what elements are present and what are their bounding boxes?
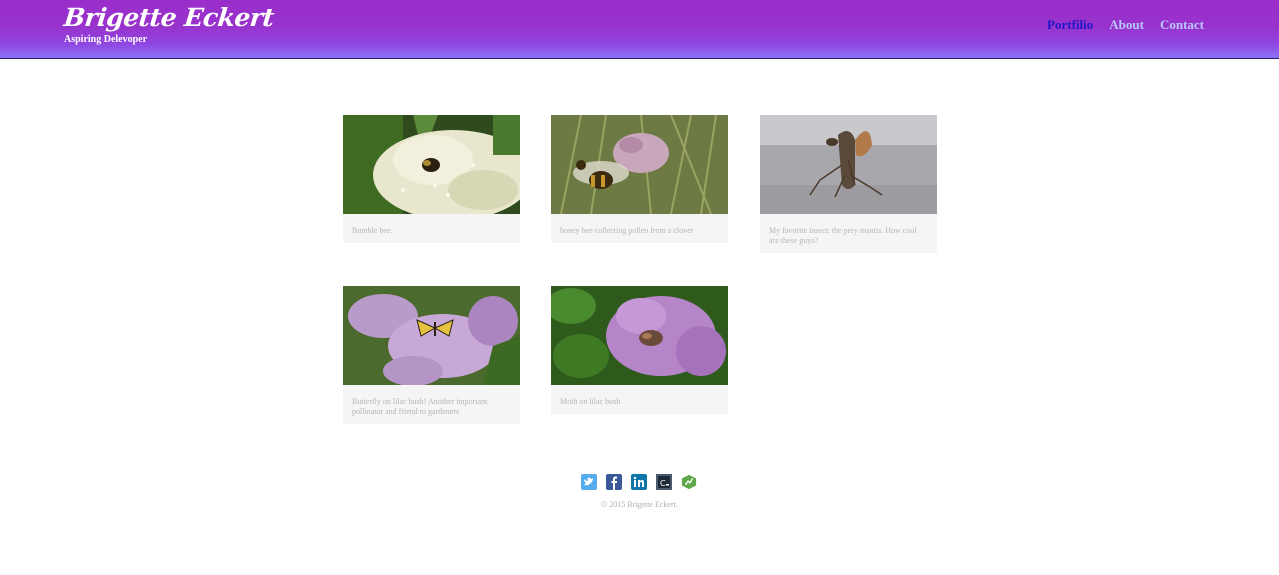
facebook-icon[interactable] bbox=[606, 474, 622, 490]
honey-bee-photo[interactable] bbox=[551, 115, 728, 214]
linkedin-icon[interactable] bbox=[631, 474, 647, 490]
nav-contact[interactable]: Contact bbox=[1160, 17, 1204, 33]
social-links: C bbox=[581, 474, 697, 490]
photo-caption: Bumble bee. bbox=[352, 226, 393, 235]
photo-caption: Moth on lilac bush bbox=[560, 397, 621, 406]
site-header: Brigette Eckert Aspiring Delevoper Portf… bbox=[0, 0, 1279, 59]
photo-caption: honey bee collecting pollen from a clove… bbox=[560, 226, 694, 235]
praying-mantis-photo[interactable] bbox=[760, 115, 937, 214]
site-name[interactable]: Brigette Eckert bbox=[62, 3, 276, 33]
photo-caption: Butterfly on lilac bush! Another importa… bbox=[352, 397, 488, 416]
codepen-icon[interactable]: C bbox=[656, 474, 672, 490]
brand[interactable]: Brigette Eckert Aspiring Delevoper bbox=[62, 3, 276, 46]
site-tagline: Aspiring Delevoper bbox=[64, 34, 148, 45]
gallery-item[interactable]: Butterfly on lilac bush! Another importa… bbox=[343, 286, 520, 424]
butterfly-photo[interactable] bbox=[343, 286, 520, 385]
moth-photo[interactable] bbox=[551, 286, 728, 385]
bumble-bee-photo[interactable] bbox=[343, 115, 520, 214]
nav-portfolio[interactable]: Portfilio bbox=[1047, 17, 1093, 33]
photo-caption: My favorite insect: the prey mantis. How… bbox=[769, 226, 917, 245]
copyright-text: © 2015 Brigette Eckert. bbox=[601, 500, 678, 509]
nav-about[interactable]: About bbox=[1109, 17, 1144, 33]
svg-text:C: C bbox=[660, 479, 666, 488]
gallery-item[interactable]: My favorite insect: the prey mantis. How… bbox=[760, 115, 937, 253]
main-nav: Portfilio About Contact bbox=[1047, 17, 1204, 33]
gallery-item[interactable]: Bumble bee. bbox=[343, 115, 520, 243]
gallery-item[interactable]: honey bee collecting pollen from a clove… bbox=[551, 115, 728, 243]
treehouse-icon[interactable] bbox=[681, 474, 697, 490]
twitter-icon[interactable] bbox=[581, 474, 597, 490]
gallery-item[interactable]: Moth on lilac bush bbox=[551, 286, 728, 414]
